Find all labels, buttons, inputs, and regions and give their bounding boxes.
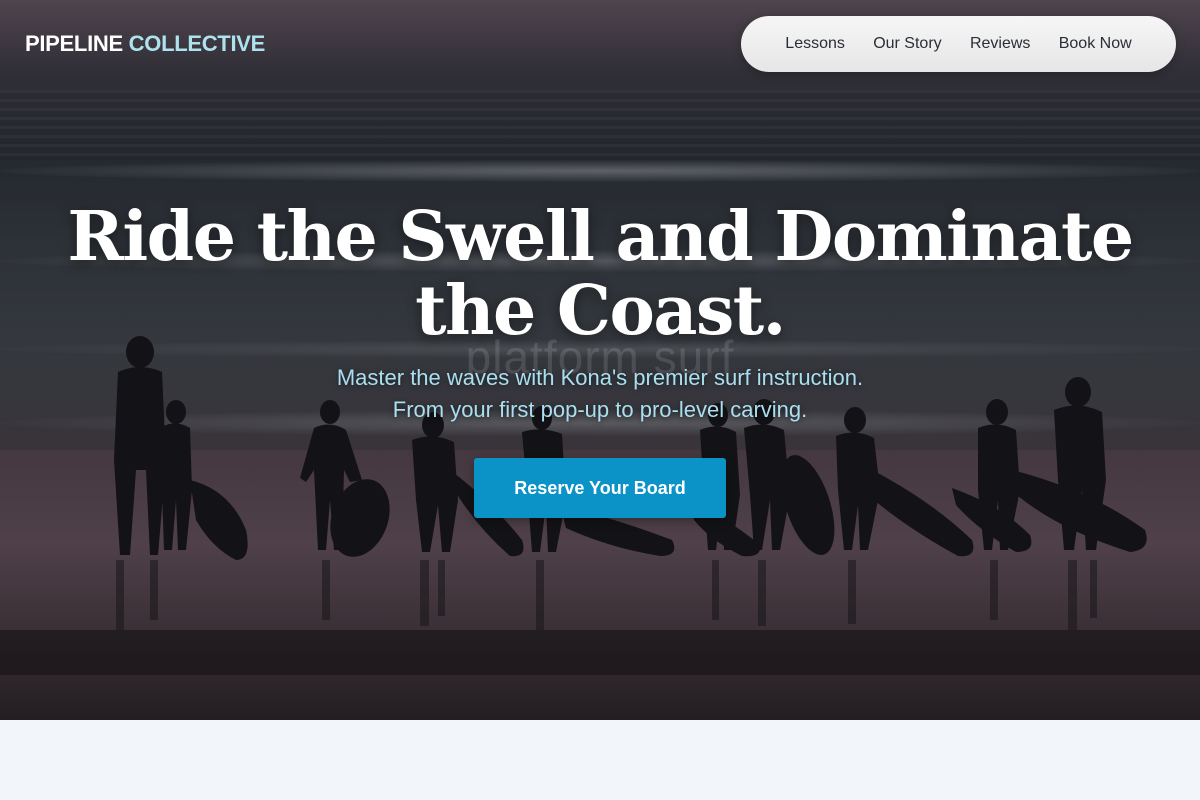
hero-headline: Ride the Swell and Dominate the Coast.: [67, 197, 1134, 351]
hero-subheadline-line-2: From your first pop-up to pro-level carv…: [392, 397, 808, 422]
nav-link-book-now[interactable]: Book Now: [1059, 35, 1132, 53]
nav-link-lessons[interactable]: Lessons: [785, 35, 845, 53]
brand-logo[interactable]: PIPELINE COLLECTIVE: [25, 31, 265, 57]
next-section-background: [0, 720, 1200, 800]
nav-link-our-story[interactable]: Our Story: [873, 35, 941, 53]
nav-pill: Lessons Our Story Reviews Book Now: [741, 16, 1176, 72]
nav-link-reviews[interactable]: Reviews: [970, 35, 1030, 53]
brand-accent-text: COLLECTIVE: [128, 31, 266, 56]
hero-subheadline-line-1: Master the waves with Kona's premier sur…: [336, 365, 864, 390]
brand-primary-text: PIPELINE: [25, 31, 123, 56]
reserve-board-button[interactable]: Reserve Your Board: [474, 458, 726, 518]
hero-subheadline: Master the waves with Kona's premier sur…: [200, 362, 1000, 426]
top-navigation-bar: PIPELINE COLLECTIVE Lessons Our Story Re…: [0, 0, 1200, 90]
